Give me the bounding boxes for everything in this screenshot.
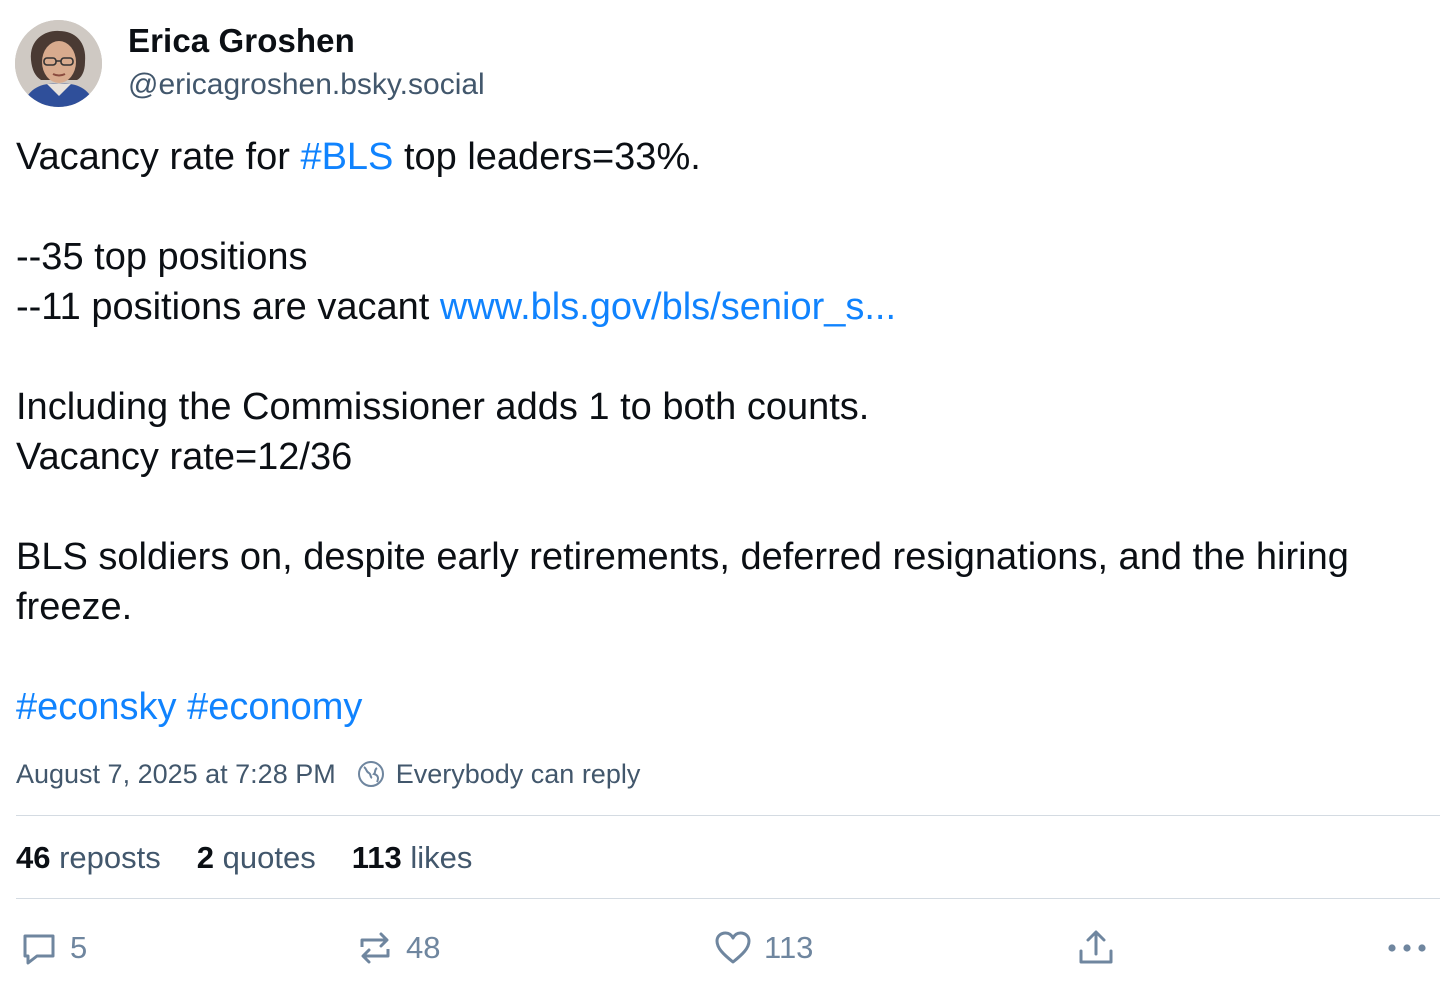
quotes-count: 2 — [196, 840, 215, 875]
reply-count: 5 — [70, 930, 88, 965]
globe-icon — [356, 759, 386, 789]
heart-icon — [715, 931, 751, 964]
hashtag-economy-link[interactable]: #economy — [187, 686, 362, 728]
like-count: 113 — [764, 930, 814, 965]
reply-setting[interactable]: Everybody can reply — [396, 759, 641, 790]
likes-stat[interactable]: 113 likes — [352, 840, 473, 876]
post-text: Vacancy rate for #BLS top leaders=33%. -… — [16, 132, 1446, 732]
reply-button[interactable]: 5 — [18, 920, 87, 976]
author-name[interactable]: Erica Groshen — [128, 22, 355, 60]
post-stats: 46 reposts 2 quotes 113 likes — [16, 836, 508, 880]
author-handle[interactable]: @ericagroshen.bsky.social — [128, 68, 485, 102]
post-line: BLS soldiers on, despite early retiremen… — [16, 536, 1349, 578]
post-card: Erica Groshen @ericagroshen.bsky.social … — [0, 0, 1456, 985]
like-button[interactable]: 113 — [712, 920, 813, 976]
quotes-label: quotes — [222, 840, 316, 875]
likes-count: 113 — [351, 840, 402, 875]
text-segment: Vacancy rate for — [16, 136, 301, 178]
text-segment: --11 positions are vacant — [16, 286, 440, 328]
post-meta: August 7, 2025 at 7:28 PM Everybody can … — [16, 754, 640, 794]
more-options-button[interactable] — [1385, 920, 1439, 976]
post-line: freeze. — [16, 586, 133, 628]
share-button[interactable] — [1075, 920, 1127, 976]
post-line: --11 positions are vacant www.bls.gov/bl… — [16, 282, 1446, 332]
divider — [16, 898, 1440, 899]
reposts-stat[interactable]: 46 reposts — [16, 840, 161, 876]
repost-icon — [360, 932, 390, 964]
post-line: --35 top positions — [16, 236, 308, 278]
reply-icon — [23, 934, 55, 965]
likes-label: likes — [410, 840, 473, 875]
hashtag-econsky-link[interactable]: #econsky — [16, 686, 177, 728]
quotes-stat[interactable]: 2 quotes — [197, 840, 316, 876]
reposts-label: reposts — [59, 840, 161, 875]
repost-button[interactable]: 48 — [354, 920, 440, 976]
share-icon — [1079, 930, 1113, 964]
post-line: Including the Commissioner adds 1 to bot… — [16, 386, 870, 428]
post-hashtags: #econsky #economy — [16, 682, 1446, 732]
post-line: Vacancy rate for #BLS top leaders=33%. — [16, 132, 1446, 182]
avatar[interactable] — [15, 20, 102, 107]
more-icon — [1388, 944, 1426, 952]
post-timestamp[interactable]: August 7, 2025 at 7:28 PM — [16, 759, 336, 790]
text-segment: top leaders=33%. — [393, 136, 701, 178]
post-actions: 5 48 113 — [0, 920, 1456, 976]
post-line: Vacancy rate=12/36 — [16, 436, 353, 478]
repost-count: 48 — [406, 930, 441, 965]
external-link[interactable]: www.bls.gov/bls/senior_s... — [440, 286, 896, 328]
hashtag-bls-link[interactable]: #BLS — [300, 136, 393, 178]
divider — [16, 815, 1440, 816]
avatar-photo-icon — [15, 20, 102, 107]
reposts-count: 46 — [16, 840, 51, 875]
